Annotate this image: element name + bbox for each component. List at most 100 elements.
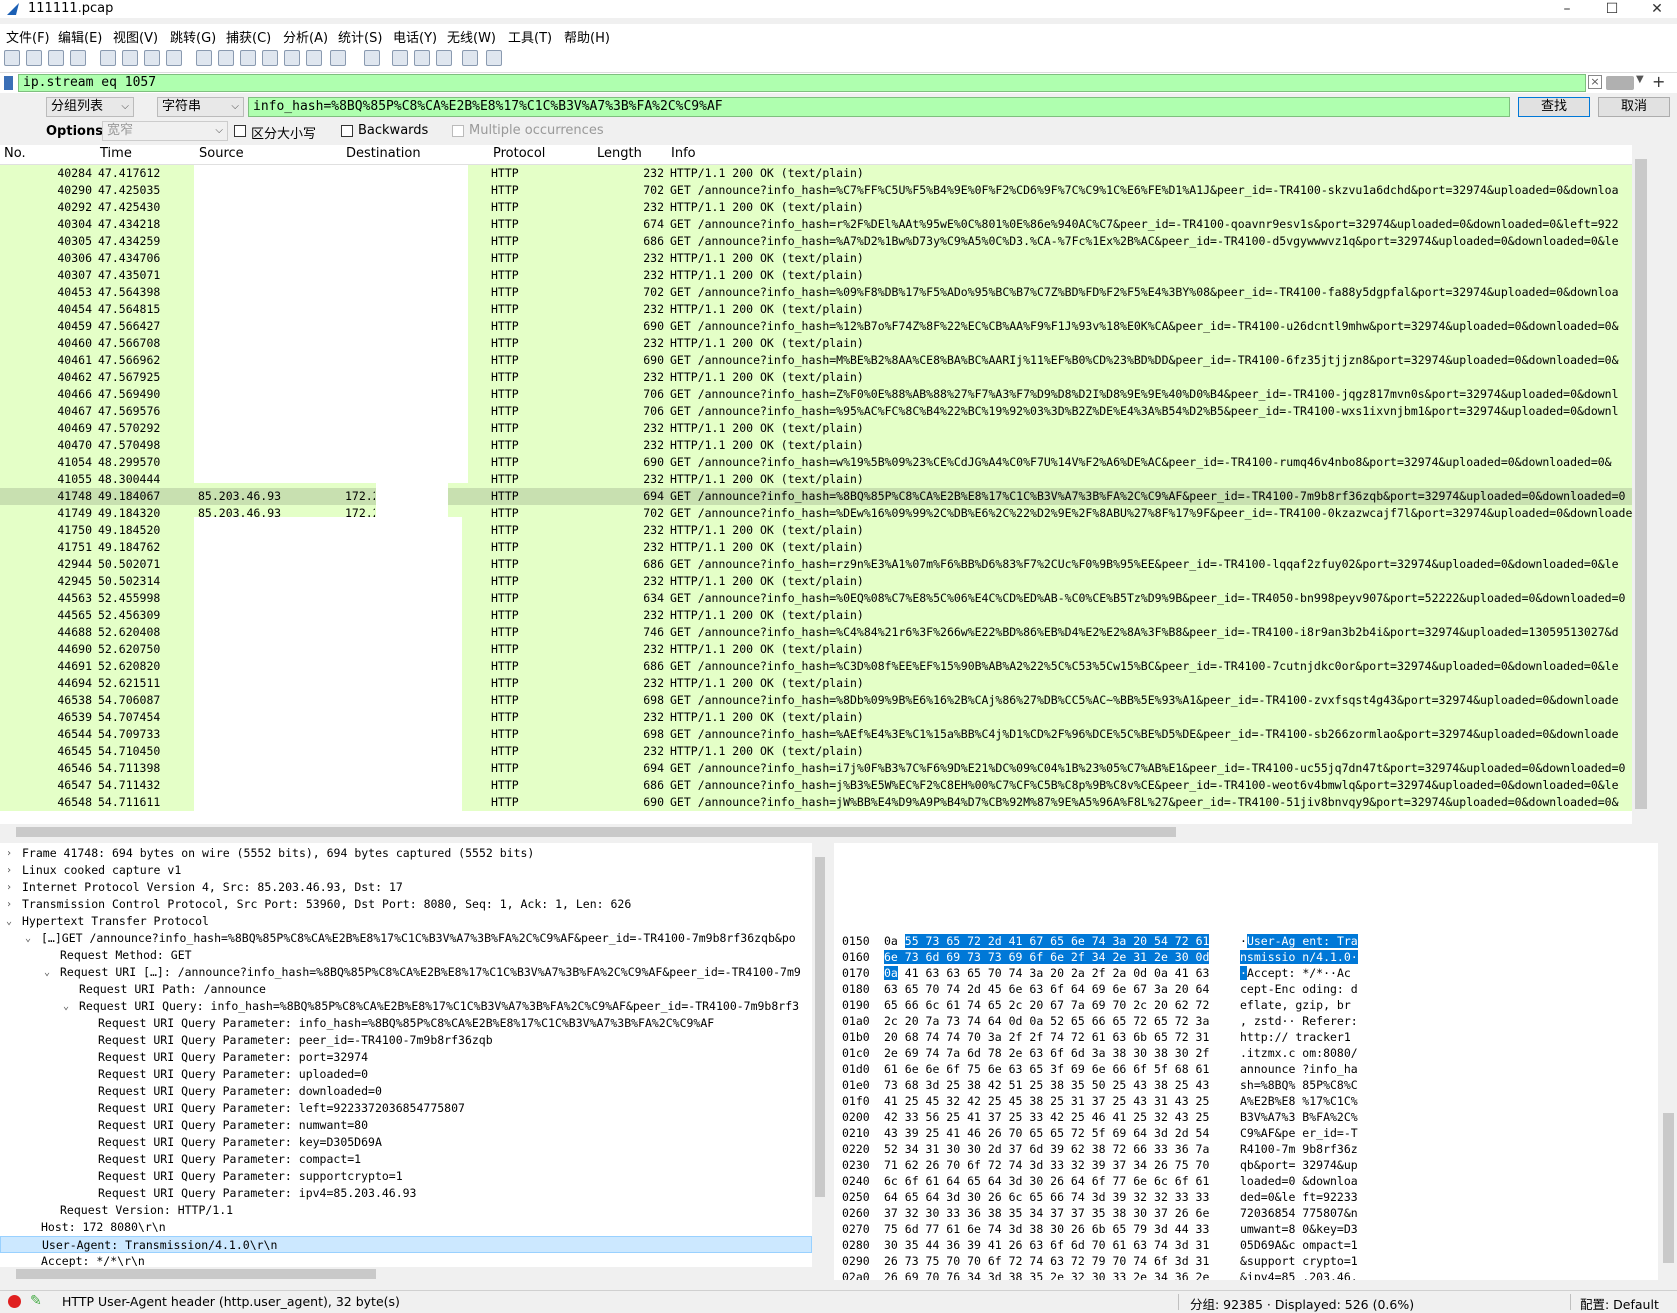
expand-arrow-icon[interactable]: ›	[6, 879, 12, 896]
colorize-icon[interactable]	[364, 50, 380, 66]
layout-icon[interactable]	[486, 50, 502, 66]
capture-options-icon[interactable]	[70, 50, 86, 66]
detail-tree-item[interactable]: Request URI Query Parameter: info_hash=%…	[0, 1015, 812, 1032]
collapse-arrow-icon[interactable]: ⌄	[63, 998, 69, 1015]
hex-bytes[interactable]: 6c 6f 61 64 65 64 3d 30 26 64 6f 77 6e 6…	[884, 1173, 1209, 1190]
ascii-bytes[interactable]: 72036854 775807&n	[1240, 1205, 1358, 1222]
status-profile[interactable]: 配置: Default	[1580, 1294, 1659, 1313]
menu-item-3[interactable]: 跳转(G)	[170, 27, 216, 46]
detail-tree-item[interactable]: Request Version: HTTP/1.1	[0, 1202, 812, 1219]
go-back-icon[interactable]	[218, 50, 234, 66]
hex-bytes[interactable]: 63 65 70 74 2d 45 6e 63 6f 64 69 6e 67 3…	[884, 981, 1209, 998]
hex-bytes[interactable]: 26 69 70 76 34 3d 38 35 2e 32 30 33 2e 3…	[884, 1269, 1209, 1280]
ascii-bytes[interactable]: R4100-7m 9b8rf36z	[1240, 1141, 1358, 1158]
ascii-bytes[interactable]: &support crypto=1	[1240, 1253, 1358, 1270]
menu-item-4[interactable]: 捕获(C)	[226, 27, 271, 46]
minimize-button[interactable]: –	[1547, 0, 1587, 18]
zoom-normal-icon[interactable]	[436, 50, 452, 66]
hex-bytes[interactable]: 43 39 25 41 46 26 70 65 65 72 5f 69 64 3…	[884, 1125, 1209, 1142]
ascii-bytes[interactable]: http:// tracker1	[1240, 1029, 1351, 1046]
save-file-icon[interactable]	[122, 50, 138, 66]
backwards-checkbox[interactable]	[341, 125, 353, 137]
menu-item-10[interactable]: 帮助(H)	[564, 27, 610, 46]
go-first-icon[interactable]	[284, 50, 300, 66]
hex-bytes[interactable]: 0a 41 63 63 65 70 74 3a 20 2a 2f 2a 0d 0…	[884, 965, 1209, 982]
scrollbar-thumb[interactable]	[1663, 1113, 1674, 1263]
find-packet-icon[interactable]	[196, 50, 212, 66]
edit-comment-icon[interactable]: ✎	[30, 1293, 42, 1309]
cancel-button[interactable]: 取消	[1598, 97, 1670, 117]
hex-bytes[interactable]: 64 65 64 3d 30 26 6c 65 66 74 3d 39 32 3…	[884, 1189, 1209, 1206]
detail-tree-item[interactable]: Request URI Query Parameter: port=32974	[0, 1049, 812, 1066]
menu-item-9[interactable]: 工具(T)	[508, 27, 552, 46]
column-header-protocol[interactable]: Protocol	[493, 146, 545, 161]
ascii-bytes[interactable]: A%E2B%E8 %17%C1C%	[1240, 1093, 1358, 1110]
details-hscrollbar[interactable]	[0, 1267, 812, 1281]
detail-tree-item[interactable]: ⌄ Hypertext Transfer Protocol	[0, 913, 812, 930]
ascii-bytes[interactable]: nsmissio n/4.1.0·	[1240, 949, 1358, 966]
ascii-bytes[interactable]: C9%AF&pe er_id=-T	[1240, 1125, 1358, 1142]
ascii-bytes[interactable]: qb&port= 32974&up	[1240, 1157, 1358, 1174]
detail-tree-item[interactable]: Request URI Query Parameter: ipv4=85.203…	[0, 1185, 812, 1202]
column-header-destination[interactable]: Destination	[346, 146, 421, 161]
case-sensitive-checkbox[interactable]	[234, 125, 246, 137]
expert-info-error-icon[interactable]	[8, 1295, 21, 1308]
hex-bytes[interactable]: 37 32 30 33 36 38 35 34 37 37 35 38 30 3…	[884, 1205, 1209, 1222]
go-last-icon[interactable]	[306, 50, 322, 66]
ascii-bytes[interactable]: ·User-Ag ent: Tra	[1240, 933, 1358, 950]
column-header-source[interactable]: Source	[199, 146, 244, 161]
menu-item-5[interactable]: 分析(A)	[283, 27, 328, 46]
filter-history-dropdown-icon[interactable]: ▼	[1636, 74, 1644, 85]
hex-bytes[interactable]: 0a 55 73 65 72 2d 41 67 65 6e 74 3a 20 5…	[884, 933, 1210, 950]
hex-bytes[interactable]: 2e 69 74 7a 6d 78 2e 63 6f 6d 3a 38 30 3…	[884, 1045, 1209, 1062]
detail-tree-item[interactable]: ⌄ Request URI […]: /announce?info_hash=%8…	[0, 964, 812, 981]
ascii-bytes[interactable]: loaded=0 &downloa	[1240, 1173, 1358, 1190]
open-file-icon[interactable]	[100, 50, 116, 66]
multiple-occurrences-checkbox[interactable]	[452, 125, 464, 137]
hex-bytes[interactable]: 6e 73 6d 69 73 73 69 6f 6e 2f 34 2e 31 2…	[884, 949, 1210, 966]
detail-tree-item[interactable]: Request URI Query Parameter: compact=1	[0, 1151, 812, 1168]
expand-arrow-icon[interactable]: ›	[6, 862, 12, 879]
collapse-arrow-icon[interactable]: ⌄	[44, 964, 50, 981]
hex-bytes[interactable]: 73 68 3d 25 38 42 51 25 38 35 50 25 43 3…	[884, 1077, 1209, 1094]
go-forward-icon[interactable]	[240, 50, 256, 66]
auto-scroll-icon[interactable]	[330, 50, 346, 66]
hex-bytes[interactable]: 71 62 26 70 6f 72 74 3d 33 32 39 37 34 2…	[884, 1157, 1209, 1174]
maximize-button[interactable]: ☐	[1592, 0, 1632, 18]
detail-tree-item[interactable]: ⌄ Request URI Query: info_hash=%8BQ%85P%C…	[0, 998, 812, 1015]
detail-tree-item[interactable]: ⌄ […]GET /announce?info_hash=%8BQ%85P%C8%…	[0, 930, 812, 947]
hex-bytes[interactable]: 52 34 31 30 30 2d 37 6d 39 62 38 72 66 3…	[884, 1141, 1209, 1158]
charset-select[interactable]: 宽窄 ⌵	[102, 121, 228, 141]
hex-bytes[interactable]: 41 25 45 32 42 25 45 38 25 31 37 25 43 3…	[884, 1093, 1209, 1110]
ascii-bytes[interactable]: ·Accept: */*··Ac	[1240, 965, 1351, 982]
detail-tree-item[interactable]: Request URI Query Parameter: peer_id=-TR…	[0, 1032, 812, 1049]
zoom-in-icon[interactable]	[392, 50, 408, 66]
packet-bytes-pane[interactable]: 0150 0a 55 73 65 72 2d 41 67 65 6e 74 3a …	[834, 843, 1658, 1280]
resize-columns-icon[interactable]	[462, 50, 478, 66]
detail-tree-item[interactable]: Request URI Query Parameter: downloaded=…	[0, 1083, 812, 1100]
collapse-arrow-icon[interactable]: ⌄	[25, 930, 31, 947]
bookmark-icon[interactable]	[4, 76, 13, 90]
bytes-scrollbar[interactable]	[1660, 843, 1677, 1280]
detail-tree-item[interactable]: Request URI Query Parameter: key=D305D69…	[0, 1134, 812, 1151]
find-button[interactable]: 查找	[1518, 97, 1590, 117]
menu-item-2[interactable]: 视图(V)	[113, 27, 158, 46]
ascii-bytes[interactable]: 05D69A&c ompact=1	[1240, 1237, 1358, 1254]
ascii-bytes[interactable]: , zstd·· Referer:	[1240, 1013, 1358, 1030]
hex-bytes[interactable]: 61 6e 6e 6f 75 6e 63 65 3f 69 6e 66 6f 5…	[884, 1061, 1209, 1078]
hex-bytes[interactable]: 30 35 44 36 39 41 26 63 6f 6d 70 61 63 7…	[884, 1237, 1209, 1254]
ascii-bytes[interactable]: sh=%8BQ% 85P%C8%C	[1240, 1077, 1358, 1094]
detail-tree-item[interactable]: › Transmission Control Protocol, Src Port…	[0, 896, 812, 913]
apply-filter-arrow-icon[interactable]	[1606, 76, 1634, 90]
scrollbar-thumb[interactable]	[815, 857, 825, 1197]
ascii-bytes[interactable]: B3V%A7%3 B%FA%2C%	[1240, 1109, 1358, 1126]
detail-tree-item[interactable]: Request Method: GET	[0, 947, 812, 964]
packet-list-hscrollbar[interactable]	[0, 824, 1632, 840]
ascii-bytes[interactable]: umwant=8 0&key=D3	[1240, 1221, 1358, 1238]
column-header-time[interactable]: Time	[100, 146, 132, 161]
scrollbar-thumb[interactable]	[16, 1269, 376, 1279]
ascii-bytes[interactable]: &ipv4=85 .203.46.	[1240, 1269, 1358, 1280]
hex-bytes[interactable]: 42 33 56 25 41 37 25 33 42 25 46 41 25 3…	[884, 1109, 1209, 1126]
clear-filter-icon[interactable]: ×	[1588, 75, 1602, 89]
detail-tree-item[interactable]: Host: 172 8080\r\n	[0, 1219, 812, 1236]
